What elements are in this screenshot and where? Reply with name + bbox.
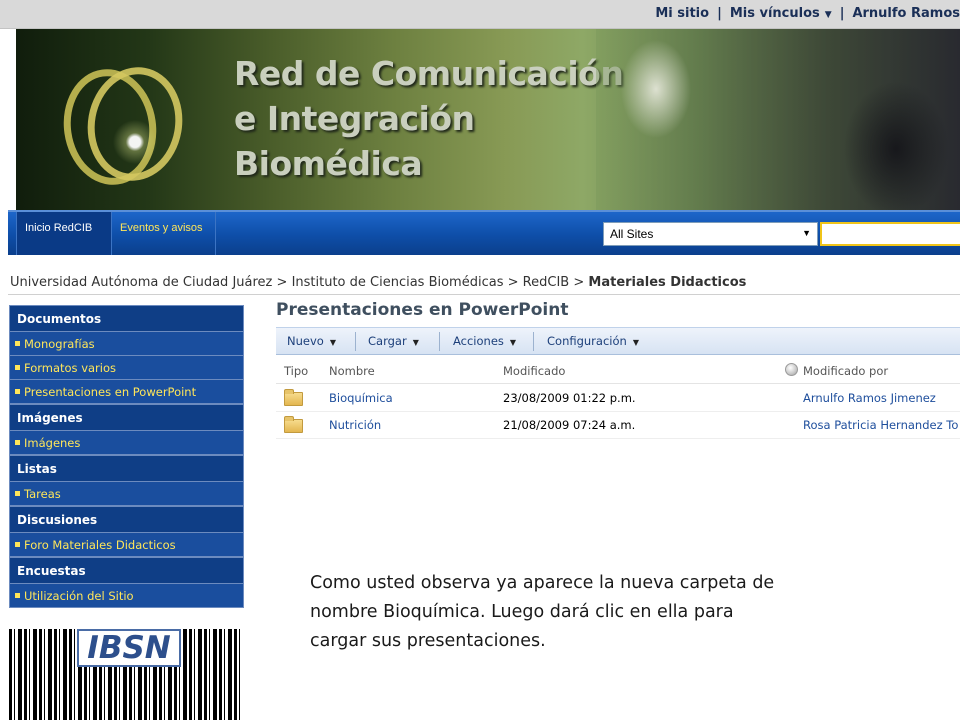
actions-menu-label: Acciones: [453, 334, 504, 348]
settings-menu-label: Configuración: [547, 334, 627, 348]
breadcrumb-separator: >: [573, 275, 585, 290]
banner-photo: [596, 29, 960, 210]
sidebar-item-label: Utilización del Sitio: [24, 589, 134, 603]
page: Mi sitio | Mis vínculos ▼ | Arnulfo Ramos Red…: [0, 0, 960, 720]
global-nav: Inicio RedCIB Eventos y avisos All Sites…: [8, 210, 960, 255]
banner-title-line: e Integración: [234, 99, 475, 138]
column-header-name[interactable]: Nombre: [329, 364, 375, 378]
divider: [8, 294, 960, 295]
sidebar-item-label: Monografías: [24, 337, 95, 351]
sidebar-item-monografias[interactable]: Monografías: [9, 332, 244, 356]
ibsn-barcode-logo: IBSN: [9, 629, 243, 720]
bullet-icon: [15, 593, 20, 598]
sidebar-item-label: Presentaciones en PowerPoint: [24, 385, 197, 399]
search-input[interactable]: [820, 222, 960, 246]
toolbar-divider: [355, 332, 356, 351]
new-menu[interactable]: Nuevo ▼: [287, 334, 336, 348]
instruction-caption: Como usted observa ya aparece la nueva c…: [310, 573, 775, 651]
banner-title-line: Red de Comunicación: [234, 54, 624, 93]
sidebar-item-formatos[interactable]: Formatos varios: [9, 356, 244, 380]
logo-glow: [70, 77, 200, 207]
modified-date: 21/08/2009 07:24 a.m.: [503, 418, 636, 432]
tab-events[interactable]: Eventos y avisos: [112, 212, 216, 255]
sidebar-heading-documentos[interactable]: Documentos: [9, 305, 244, 332]
upload-menu-label: Cargar: [368, 334, 407, 348]
user-menu[interactable]: Arnulfo Ramos: [852, 6, 960, 21]
column-header-type[interactable]: Tipo: [284, 364, 308, 378]
banner-title: Red de Comunicación e Integración Bioméd…: [234, 51, 634, 186]
my-links-menu[interactable]: Mis vínculos ▼: [730, 6, 832, 21]
column-header-modified[interactable]: Modificado: [503, 364, 565, 378]
search-scope-select[interactable]: All Sites ▼: [603, 222, 818, 246]
bullet-icon: [15, 542, 20, 547]
bullet-icon: [15, 491, 20, 496]
chevron-down-icon: ▼: [412, 338, 419, 347]
breadcrumb-separator: >: [276, 275, 288, 290]
modified-date: 23/08/2009 01:22 p.m.: [503, 391, 636, 405]
site-banner: Red de Comunicación e Integración Bioméd…: [16, 29, 960, 210]
sidebar-heading-listas[interactable]: Listas: [9, 455, 244, 482]
sidebar-heading-encuestas[interactable]: Encuestas: [9, 557, 244, 584]
actions-menu[interactable]: Acciones ▼: [453, 334, 516, 348]
sidebar-item-foro[interactable]: Foro Materiales Didacticos: [9, 533, 244, 557]
upload-menu[interactable]: Cargar ▼: [368, 334, 419, 348]
quick-launch: Documentos Monografías Formatos varios P…: [9, 305, 244, 608]
top-links: Mi sitio | Mis vínculos ▼ | Arnulfo Ramos: [655, 6, 960, 21]
top-bar: Mi sitio | Mis vínculos ▼ | Arnulfo Ramos: [0, 0, 960, 29]
breadcrumb-item[interactable]: RedCIB: [523, 275, 570, 290]
sidebar-item-presentaciones[interactable]: Presentaciones en PowerPoint: [9, 380, 244, 404]
sidebar-item-label: Tareas: [24, 487, 61, 501]
sidebar-heading-imagenes[interactable]: Imágenes: [9, 404, 244, 431]
folder-name-link[interactable]: Bioquímica: [329, 391, 393, 405]
separator: |: [717, 6, 722, 21]
folder-icon: [284, 416, 303, 433]
bullet-icon: [15, 365, 20, 370]
toolbar-divider: [533, 332, 534, 351]
separator: |: [839, 6, 845, 21]
page-title: Presentaciones en PowerPoint: [276, 300, 569, 320]
chevron-down-icon: ▼: [632, 338, 639, 347]
chevron-down-icon: ▼: [824, 10, 832, 20]
sidebar-item-label: Formatos varios: [24, 361, 117, 375]
breadcrumb: Universidad Autónoma de Ciudad Juárez > …: [10, 275, 746, 290]
sidebar-item-label: Imágenes: [24, 436, 81, 450]
modified-by-link[interactable]: Rosa Patricia Hernandez To: [803, 418, 958, 432]
bullet-icon: [15, 341, 20, 346]
chevron-down-icon: ▼: [802, 228, 811, 238]
chevron-down-icon: ▼: [329, 338, 336, 347]
settings-menu[interactable]: Configuración ▼: [547, 334, 639, 348]
list-toolbar: Nuevo ▼ Cargar ▼ Acciones ▼ Configuración ▼: [276, 327, 960, 355]
banner-title-line: Biomédica: [234, 144, 423, 183]
sidebar-heading-discusiones[interactable]: Discusiones: [9, 506, 244, 533]
bullet-icon: [15, 440, 20, 445]
modified-by-link[interactable]: Arnulfo Ramos Jimenez: [803, 391, 936, 405]
breadcrumb-current: Materiales Didacticos: [588, 275, 747, 290]
toolbar-divider: [439, 332, 440, 351]
breadcrumb-separator: >: [507, 275, 519, 290]
my-links-label: Mis vínculos: [729, 6, 820, 21]
bullet-icon: [15, 389, 20, 394]
chevron-down-icon: ▼: [509, 338, 517, 347]
list-header: Tipo Nombre Modificado Modificado por: [276, 357, 960, 384]
presence-icon: [785, 363, 798, 376]
table-row: Nutrición 21/08/2009 07:24 a.m. Rosa Pat…: [276, 412, 960, 439]
column-header-modified-by[interactable]: Modificado por: [803, 364, 888, 378]
search-scope-value: All Sites: [610, 227, 654, 241]
tab-home[interactable]: Inicio RedCIB: [16, 212, 112, 255]
my-site-link[interactable]: Mi sitio: [655, 6, 709, 21]
sidebar-item-tareas[interactable]: Tareas: [9, 482, 244, 506]
sidebar-item-utilizacion[interactable]: Utilización del Sitio: [9, 584, 244, 608]
folder-name-link[interactable]: Nutrición: [329, 418, 381, 432]
sidebar-item-imagenes[interactable]: Imágenes: [9, 431, 244, 455]
new-menu-label: Nuevo: [287, 334, 324, 348]
breadcrumb-item[interactable]: Universidad Autónoma de Ciudad Juárez: [10, 275, 272, 290]
ibsn-logo-label: IBSN: [77, 629, 181, 667]
breadcrumb-item[interactable]: Instituto de Ciencias Biomédicas: [292, 275, 504, 290]
folder-icon: [284, 389, 303, 406]
sidebar-item-label: Foro Materiales Didacticos: [24, 538, 176, 552]
table-row: Bioquímica 23/08/2009 01:22 p.m. Arnulfo…: [276, 385, 960, 412]
